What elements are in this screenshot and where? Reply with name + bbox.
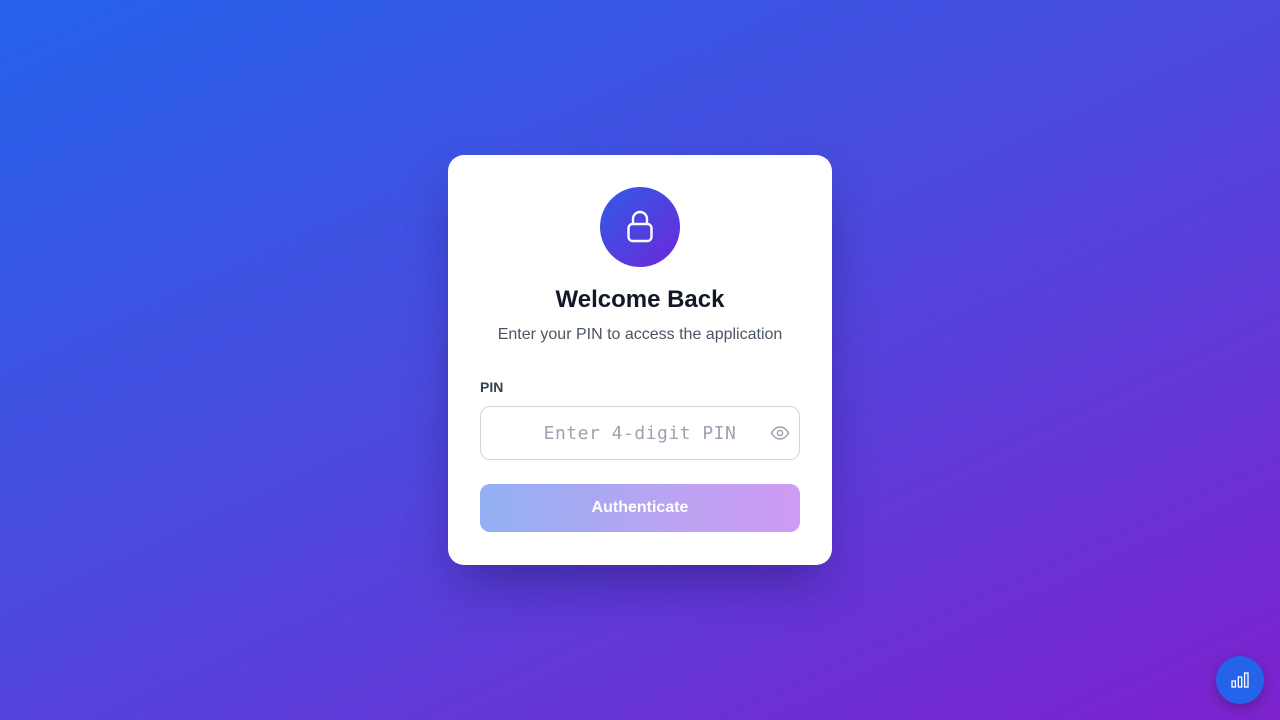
page-subtitle: Enter your PIN to access the application (497, 326, 783, 343)
bar-chart-icon (1231, 672, 1249, 688)
authenticate-button[interactable]: Authenticate (480, 484, 800, 532)
lock-badge (600, 187, 680, 267)
pin-input[interactable] (480, 406, 800, 460)
page-title: Welcome Back (555, 286, 725, 313)
toggle-pin-visibility-button[interactable] (770, 423, 790, 443)
lock-icon (627, 210, 653, 243)
pin-field: PIN (480, 379, 800, 460)
login-card: Welcome Back Enter your PIN to access th… (448, 155, 832, 565)
eye-icon (770, 426, 790, 440)
pin-label: PIN (480, 379, 504, 395)
analytics-fab-button[interactable] (1216, 656, 1264, 704)
pin-input-wrapper (480, 406, 800, 460)
